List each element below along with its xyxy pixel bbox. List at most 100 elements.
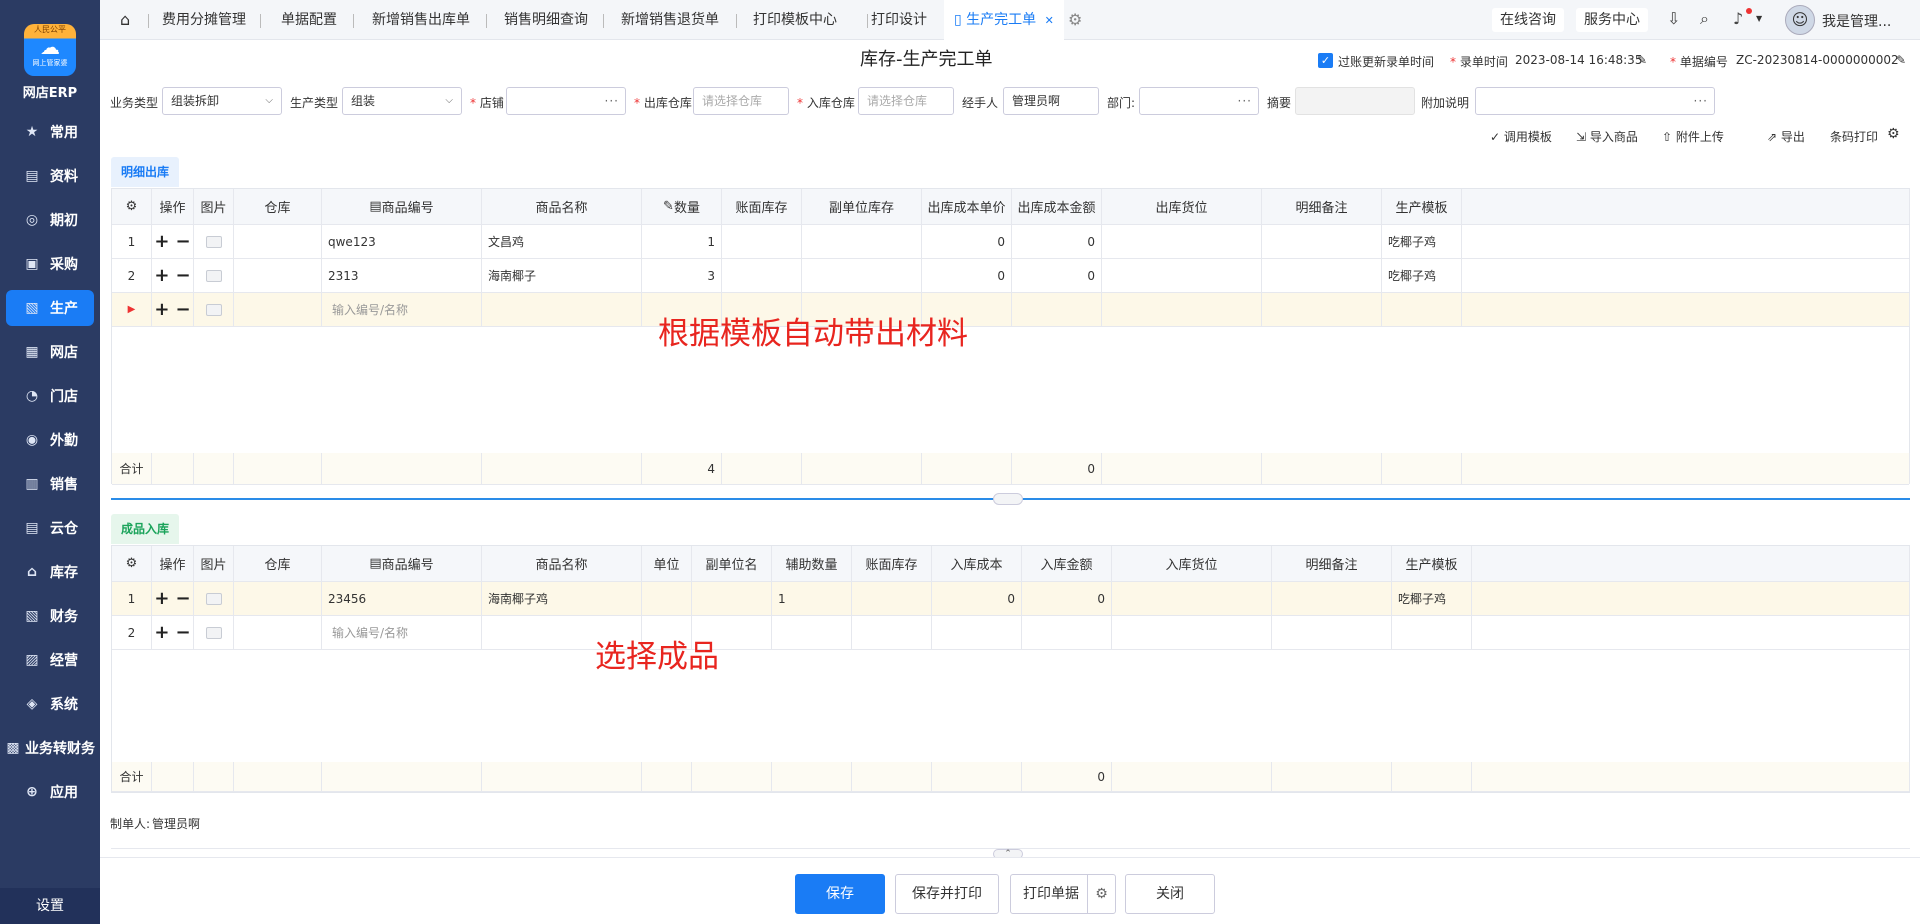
- quantity-cell[interactable]: 1: [642, 225, 722, 258]
- add-row-icon[interactable]: +: [154, 588, 169, 609]
- service-center-button[interactable]: 服务中心: [1576, 8, 1648, 32]
- remove-row-icon[interactable]: −: [176, 299, 191, 320]
- dept-input[interactable]: ···: [1139, 87, 1259, 115]
- update-time-checkbox[interactable]: ✓: [1318, 53, 1333, 68]
- bell-icon[interactable]: ♪: [1733, 10, 1743, 28]
- tab-new-sales-out[interactable]: 新增销售出库单: [372, 0, 470, 40]
- settings-button[interactable]: 设置: [0, 888, 100, 924]
- tab-finished-in[interactable]: 成品入库: [111, 514, 180, 544]
- remove-row-icon[interactable]: −: [176, 265, 191, 286]
- sidebar-item-6[interactable]: ◔ 门店: [6, 378, 94, 414]
- chevron-down-icon[interactable]: ▼: [1756, 14, 1762, 23]
- template-button[interactable]: ✓ 调用模板: [1490, 128, 1552, 145]
- out-warehouse-input[interactable]: 请选择仓库: [693, 87, 789, 115]
- empty-cell: [1462, 259, 1910, 292]
- warehouse-cell[interactable]: [234, 259, 322, 292]
- sidebar-item-0[interactable]: ★ 常用: [6, 114, 94, 150]
- product-code-input[interactable]: 输入编号/名称: [322, 616, 482, 649]
- extra-note-input[interactable]: ···: [1475, 87, 1715, 115]
- clock-icon: ◎: [25, 212, 39, 228]
- resize-handle[interactable]: [993, 493, 1023, 505]
- sidebar-item-7[interactable]: ◉ 外勤: [6, 422, 94, 458]
- product-code-cell[interactable]: 2313: [322, 259, 482, 292]
- image-placeholder-icon[interactable]: [205, 592, 222, 605]
- current-row-indicator-icon: ▶: [112, 293, 152, 326]
- sidebar-item-1[interactable]: ▤ 资料: [6, 158, 94, 194]
- home-icon[interactable]: ⌂: [120, 0, 130, 40]
- tab-detail-out[interactable]: 明细出库: [111, 157, 180, 187]
- handler-input[interactable]: 管理员啊: [1003, 87, 1099, 115]
- save-button[interactable]: 保存: [795, 874, 885, 914]
- more-icon[interactable]: ···: [1694, 88, 1708, 114]
- store-input[interactable]: ···: [506, 87, 626, 115]
- sidebar-item-11[interactable]: ▧ 财务: [6, 598, 94, 634]
- quantity-cell[interactable]: 3: [642, 259, 722, 292]
- summary-input[interactable]: [1295, 87, 1415, 115]
- tab-production-complete[interactable]: ▯ 生产完工单 ✕: [944, 0, 1064, 40]
- product-name-cell: 海南椰子: [482, 259, 642, 292]
- column-header: 仓库: [234, 546, 322, 581]
- empty-cell: [322, 453, 482, 484]
- aux-quantity-cell[interactable]: 1: [772, 582, 852, 615]
- image-placeholder-icon[interactable]: [205, 626, 222, 639]
- tab-sales-detail[interactable]: 销售明细查询: [504, 0, 588, 40]
- in-cost-cell[interactable]: 0: [932, 582, 1022, 615]
- warehouse-cell[interactable]: [234, 225, 322, 258]
- remove-row-icon[interactable]: −: [176, 622, 191, 643]
- prod-type-select[interactable]: 组装 ⌵: [342, 87, 462, 115]
- tab-print-design[interactable]: 打印设计: [871, 0, 927, 40]
- close-icon[interactable]: ✕: [1045, 14, 1054, 27]
- sidebar-item-2[interactable]: ◎ 期初: [6, 202, 94, 238]
- add-row-icon[interactable]: +: [154, 265, 169, 286]
- sidebar-item-13[interactable]: ◈ 系统: [6, 686, 94, 722]
- image-placeholder-icon[interactable]: [205, 303, 222, 316]
- column-settings-icon[interactable]: ⚙: [112, 546, 152, 581]
- save-print-button[interactable]: 保存并打印: [895, 874, 999, 914]
- edit-icon[interactable]: ✎: [1896, 53, 1906, 67]
- sidebar-item-15[interactable]: ⊕ 应用: [6, 774, 94, 810]
- remove-row-icon[interactable]: −: [176, 588, 191, 609]
- in-warehouse-input[interactable]: 请选择仓库: [858, 87, 954, 115]
- gear-icon[interactable]: ⚙: [1887, 126, 1900, 142]
- product-code-cell[interactable]: 23456: [322, 582, 482, 615]
- add-row-icon[interactable]: +: [154, 231, 169, 252]
- online-consult-button[interactable]: 在线咨询: [1492, 8, 1564, 32]
- warehouse-cell[interactable]: [234, 582, 322, 615]
- biz-type-select[interactable]: 组装拆卸 ⌵: [162, 87, 282, 115]
- attachment-upload-button[interactable]: ⇧ 附件上传: [1662, 128, 1724, 145]
- sidebar-item-3[interactable]: ▣ 采购: [6, 246, 94, 282]
- tab-bill-config[interactable]: 单据配置: [281, 0, 337, 40]
- sidebar-item-10[interactable]: ⌂ 库存: [6, 554, 94, 590]
- add-row-icon[interactable]: +: [154, 622, 169, 643]
- more-icon[interactable]: ···: [1238, 88, 1252, 114]
- more-icon[interactable]: ···: [605, 88, 619, 114]
- search-icon[interactable]: ⌕: [1700, 10, 1709, 28]
- sidebar-item-4[interactable]: ▧ 生产: [6, 290, 94, 326]
- sidebar-item-14[interactable]: ▩ 业务转财务: [0, 730, 100, 766]
- export-button[interactable]: ⇗ 导出: [1767, 128, 1805, 145]
- tab-expense-allocation[interactable]: 费用分摊管理: [162, 0, 246, 40]
- image-placeholder-icon[interactable]: [205, 235, 222, 248]
- tab-new-sales-return[interactable]: 新增销售退货单: [621, 0, 719, 40]
- close-button[interactable]: 关闭: [1125, 874, 1215, 914]
- gear-icon[interactable]: ⚙: [1068, 0, 1082, 40]
- sidebar-item-8[interactable]: ▥ 销售: [6, 466, 94, 502]
- sidebar-item-5[interactable]: ▦ 网店: [6, 334, 94, 370]
- gear-icon[interactable]: ⚙: [1087, 875, 1115, 913]
- image-placeholder-icon[interactable]: [205, 269, 222, 282]
- import-products-button[interactable]: ⇲ 导入商品: [1576, 128, 1638, 145]
- column-settings-icon[interactable]: ⚙: [112, 189, 152, 224]
- print-bill-button[interactable]: 打印单据 ⚙: [1010, 874, 1116, 914]
- avatar[interactable]: ☺: [1785, 5, 1815, 35]
- add-row-icon[interactable]: +: [154, 299, 169, 320]
- sidebar-item-9[interactable]: ▤ 云仓: [6, 510, 94, 546]
- barcode-print-button[interactable]: 条码打印: [1830, 128, 1878, 145]
- download-icon[interactable]: ⇩: [1667, 10, 1680, 28]
- tab-print-template-center[interactable]: 打印模板中心: [753, 0, 837, 40]
- edit-icon[interactable]: ✎: [1637, 53, 1647, 67]
- username[interactable]: 我是管理...: [1822, 11, 1891, 31]
- product-code-input[interactable]: 输入编号/名称: [322, 293, 482, 326]
- remove-row-icon[interactable]: −: [176, 231, 191, 252]
- sidebar-item-12[interactable]: ▨ 经营: [6, 642, 94, 678]
- product-code-cell[interactable]: qwe123: [322, 225, 482, 258]
